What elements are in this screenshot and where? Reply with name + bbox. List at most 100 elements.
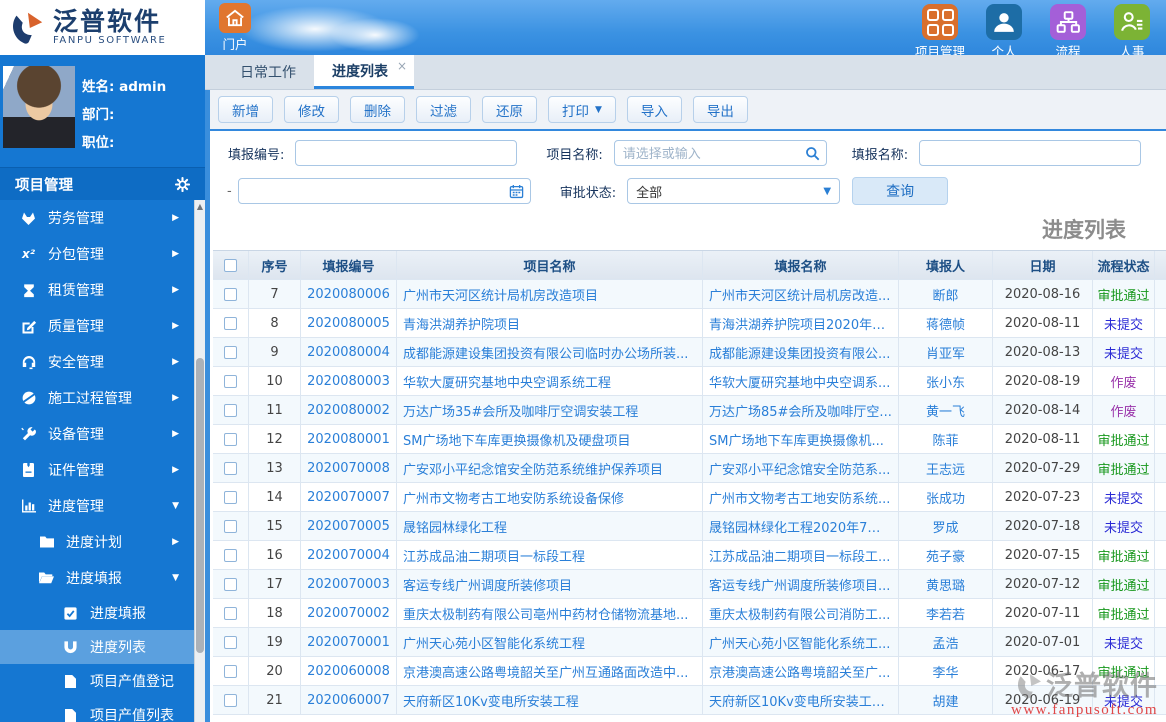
report-no-link[interactable]: 2020080002 (307, 403, 390, 418)
report-no-link[interactable]: 2020070007 (307, 490, 390, 505)
person-link[interactable]: 罗成 (932, 517, 958, 536)
report-name-link[interactable]: 广州市天河区统计局机房改造... (709, 285, 890, 304)
sidebar-item-lease[interactable]: 租赁管理 ▶ (0, 272, 205, 308)
search-button[interactable]: 查询 (852, 177, 949, 205)
scroll-up-icon[interactable]: ▲ (195, 200, 205, 213)
project-link[interactable]: 广安邓小平纪念馆安全防范系统维护保养项目 (403, 459, 663, 478)
project-link[interactable]: 广州市天河区统计局机房改造项目 (403, 285, 598, 304)
report-name-link[interactable]: 广州市文物考古工地安防系统... (709, 488, 890, 507)
app-personal[interactable]: 个人 (972, 4, 1036, 55)
report-no-link[interactable]: 2020080001 (307, 432, 390, 447)
print-button[interactable]: 打印 ▼ (548, 96, 616, 123)
person-link[interactable]: 张成功 (926, 488, 965, 507)
person-link[interactable]: 胡建 (932, 691, 958, 710)
person-link[interactable]: 蒋德帧 (926, 314, 965, 333)
project-link[interactable]: 成都能源建设集团投资有限公司临时办公场所装... (403, 343, 688, 362)
row-checkbox[interactable] (224, 548, 237, 562)
project-link[interactable]: 客运专线广州调度所装修项目 (403, 575, 572, 594)
tab-daily-work[interactable]: 日常工作 (222, 55, 314, 89)
person-link[interactable]: 黄一飞 (926, 401, 965, 420)
report-no-link[interactable]: 2020080003 (307, 374, 390, 389)
report-no-link[interactable]: 2020070008 (307, 461, 390, 476)
report-name-link[interactable]: 华软大厦研究基地中央空调系... (709, 372, 890, 391)
sidebar-item-output-list[interactable]: 项目产值列表 (0, 698, 205, 722)
select-all-checkbox[interactable] (224, 258, 237, 272)
sidebar-item-progress-report-group[interactable]: 进度填报 ▼ (0, 560, 205, 596)
sidebar-item-progress-plan[interactable]: 进度计划 ▶ (0, 524, 205, 560)
sidebar-item-equipment[interactable]: 设备管理 ▶ (0, 416, 205, 452)
restore-button[interactable]: 还原 (482, 96, 537, 123)
report-no-input[interactable] (295, 140, 518, 166)
row-checkbox[interactable] (224, 403, 237, 417)
project-link[interactable]: 晟铭园林绿化工程 (403, 517, 507, 536)
edit-button[interactable]: 修改 (284, 96, 339, 123)
report-name-link[interactable]: 青海洪湖养护院项目2020年8... (709, 314, 892, 333)
sidebar-item-construction-process[interactable]: 施工过程管理 ▶ (0, 380, 205, 416)
report-name-link[interactable]: 广州天心苑小区智能化系统工... (709, 633, 890, 652)
project-link[interactable]: 广州天心苑小区智能化系统工程 (403, 633, 585, 652)
project-link[interactable]: SM广场地下车库更换摄像机及硬盘项目 (403, 430, 630, 449)
report-name-link[interactable]: 江苏成品油二期项目一标段工... (709, 546, 890, 565)
project-link[interactable]: 华软大厦研究基地中央空调系统工程 (403, 372, 611, 391)
person-link[interactable]: 张小东 (926, 372, 965, 391)
project-name-input[interactable] (613, 140, 827, 166)
filter-button[interactable]: 过滤 (416, 96, 471, 123)
report-no-link[interactable]: 2020060007 (307, 693, 390, 708)
close-icon[interactable]: × (397, 59, 407, 73)
person-link[interactable]: 李若若 (926, 604, 965, 623)
row-checkbox[interactable] (224, 490, 237, 504)
person-link[interactable]: 黄思璐 (926, 575, 965, 594)
row-checkbox[interactable] (224, 577, 237, 591)
report-no-link[interactable]: 2020080006 (307, 287, 390, 302)
row-checkbox[interactable] (224, 693, 237, 707)
row-checkbox[interactable] (224, 316, 237, 330)
person-link[interactable]: 肖亚军 (926, 343, 965, 362)
app-project-management[interactable]: 项目管理 (908, 4, 972, 55)
report-no-link[interactable]: 2020080004 (307, 345, 390, 360)
sidebar-scrollbar-thumb[interactable] (196, 358, 204, 653)
report-name-link[interactable]: SM广场地下车库更换摄像机... (709, 430, 884, 449)
row-checkbox[interactable] (224, 345, 237, 359)
add-button[interactable]: 新增 (218, 96, 273, 123)
report-no-link[interactable]: 2020070002 (307, 606, 390, 621)
report-name-link[interactable]: 成都能源建设集团投资有限公... (709, 343, 890, 362)
row-checkbox[interactable] (224, 287, 237, 301)
sidebar-item-progress-report[interactable]: 进度填报 (0, 596, 205, 630)
row-checkbox[interactable] (224, 664, 237, 678)
row-checkbox[interactable] (224, 606, 237, 620)
search-icon[interactable] (805, 146, 820, 161)
report-name-link[interactable]: 重庆太极制药有限公司消防工... (709, 604, 890, 623)
sidebar-item-safety[interactable]: 安全管理 ▶ (0, 344, 205, 380)
report-no-link[interactable]: 2020080005 (307, 316, 390, 331)
export-button[interactable]: 导出 (692, 96, 748, 123)
project-link[interactable]: 万达广场35#会所及咖啡厅空调安装工程 (403, 401, 638, 420)
sidebar-item-labor[interactable]: 劳务管理 ▶ (0, 200, 205, 236)
person-link[interactable]: 李华 (932, 662, 958, 681)
delete-button[interactable]: 删除 (350, 96, 405, 123)
report-no-link[interactable]: 2020060008 (307, 664, 390, 679)
project-link[interactable]: 京港澳高速公路粤境韶关至广州互通路面改造中... (403, 662, 688, 681)
report-name-link[interactable]: 天府新区10Kv变电所安装工程... (709, 691, 892, 710)
app-workflow[interactable]: 流程 (1036, 4, 1100, 55)
report-no-link[interactable]: 2020070005 (307, 519, 390, 534)
sidebar-scrollbar[interactable]: ▲ (194, 200, 205, 722)
person-link[interactable]: 苑子豪 (926, 546, 965, 565)
project-link[interactable]: 广州市文物考古工地安防系统设备保修 (403, 488, 624, 507)
person-link[interactable]: 孟浩 (932, 633, 958, 652)
date-input[interactable] (237, 178, 531, 204)
portal-button[interactable]: 门户 (213, 3, 257, 53)
report-no-link[interactable]: 2020070004 (307, 548, 390, 563)
row-checkbox[interactable] (224, 635, 237, 649)
sidebar-item-quality[interactable]: 质量管理 ▶ (0, 308, 205, 344)
report-no-link[interactable]: 2020070003 (307, 577, 390, 592)
report-name-link[interactable]: 晟铭园林绿化工程2020年7月... (709, 517, 892, 536)
project-link[interactable]: 江苏成品油二期项目一标段工程 (403, 546, 585, 565)
gear-icon[interactable] (175, 176, 190, 192)
app-hr[interactable]: 人事 (1100, 4, 1164, 55)
import-button[interactable]: 导入 (626, 96, 682, 123)
report-name-link[interactable]: 客运专线广州调度所装修项目... (709, 575, 890, 594)
calendar-icon[interactable] (509, 184, 524, 199)
approval-status-select[interactable]: 全部 ▼ (627, 178, 841, 204)
report-name-link[interactable]: 万达广场85#会所及咖啡厅空... (709, 401, 892, 420)
project-link[interactable]: 重庆太极制药有限公司亳州中药材仓储物流基地... (403, 604, 688, 623)
